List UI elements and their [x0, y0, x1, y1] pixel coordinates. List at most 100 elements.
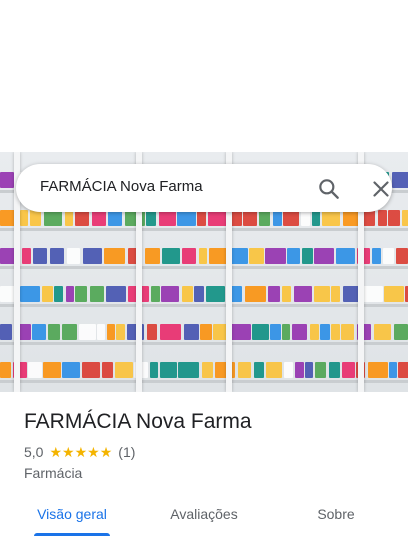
product-box [294, 286, 312, 302]
product-box [243, 210, 257, 226]
product-box [266, 362, 282, 378]
star-icon: ★ [87, 444, 100, 460]
shelf [0, 304, 408, 307]
product-box [50, 248, 64, 264]
product-box [82, 362, 100, 378]
product-box [396, 248, 408, 264]
product-box [44, 210, 62, 226]
product-box [42, 286, 53, 302]
product-box [62, 324, 77, 340]
product-box [284, 362, 293, 378]
product-box [394, 324, 408, 340]
search-icon[interactable] [316, 176, 342, 202]
product-box [273, 210, 282, 226]
product-box [97, 324, 105, 340]
tab-reviews[interactable]: Avaliações [154, 496, 254, 536]
product-box [79, 324, 96, 340]
product-box [230, 324, 251, 340]
product-box [331, 324, 340, 340]
product-box [160, 362, 177, 378]
product-box [215, 362, 235, 378]
star-icon: ★ [62, 444, 75, 460]
product-box [287, 248, 300, 264]
star-icon: ★ [74, 444, 88, 460]
product-box [265, 248, 286, 264]
product-box [295, 362, 304, 378]
product-box [388, 210, 400, 226]
review-count[interactable]: (1) [118, 444, 135, 460]
product-box [270, 324, 281, 340]
shelf [0, 342, 408, 345]
product-box [33, 248, 47, 264]
product-box [75, 286, 87, 302]
product-box [107, 324, 115, 340]
product-box [90, 286, 104, 302]
product-box [151, 286, 160, 302]
product-box [116, 324, 125, 340]
product-box [162, 248, 180, 264]
product-box [245, 286, 266, 302]
rating-stars: ★ ★ ★ ★ ★ [49, 445, 112, 459]
map-blank-area [0, 0, 408, 152]
product-box [208, 210, 227, 226]
product-box [312, 210, 320, 226]
close-icon[interactable] [368, 176, 394, 202]
product-box [254, 362, 264, 378]
product-box [341, 324, 354, 340]
product-box [336, 248, 355, 264]
product-box [283, 210, 299, 226]
product-box [177, 210, 196, 226]
product-box [378, 210, 387, 226]
product-box [368, 362, 388, 378]
product-box [302, 248, 313, 264]
product-box [315, 362, 326, 378]
product-box [320, 324, 330, 340]
product-box [282, 324, 290, 340]
product-box [310, 324, 319, 340]
product-box [115, 362, 133, 378]
product-box [329, 362, 340, 378]
shelf [0, 228, 408, 231]
product-box [238, 362, 251, 378]
product-box [389, 362, 397, 378]
product-box [206, 286, 225, 302]
product-box [22, 248, 31, 264]
place-title: FARMÁCIA Nova Farma [24, 410, 252, 433]
product-box [249, 248, 264, 264]
product-box [402, 210, 408, 226]
product-box [384, 286, 404, 302]
search-input[interactable]: FARMÁCIA Nova Farma [40, 178, 203, 195]
star-icon: ★ [49, 444, 63, 460]
search-bar[interactable]: FARMÁCIA Nova Farma [16, 164, 392, 212]
product-box [268, 286, 280, 302]
product-box [199, 248, 207, 264]
product-box [178, 362, 199, 378]
product-box [392, 172, 408, 188]
tab-about[interactable]: Sobre [296, 496, 376, 536]
product-box [159, 210, 176, 226]
product-box [150, 362, 158, 378]
product-box [231, 248, 248, 264]
product-box [314, 286, 330, 302]
product-box [182, 248, 196, 264]
product-box [363, 286, 383, 302]
active-tab-indicator [34, 533, 110, 536]
product-box [147, 324, 157, 340]
rating-row[interactable]: 5,0 ★ ★ ★ ★ ★ (1) [24, 444, 135, 460]
product-box [282, 286, 291, 302]
product-box [184, 324, 199, 340]
product-box [314, 248, 334, 264]
product-box [62, 362, 80, 378]
product-box [374, 324, 391, 340]
star-icon: ★ [99, 444, 113, 460]
product-box [0, 362, 11, 378]
tab-overview[interactable]: Visão geral [22, 496, 122, 536]
product-box [0, 324, 12, 340]
product-box [252, 324, 269, 340]
product-box [342, 362, 355, 378]
product-box [383, 248, 394, 264]
product-box [20, 210, 28, 226]
product-box [182, 286, 193, 302]
product-box [102, 362, 113, 378]
product-box [125, 210, 145, 226]
